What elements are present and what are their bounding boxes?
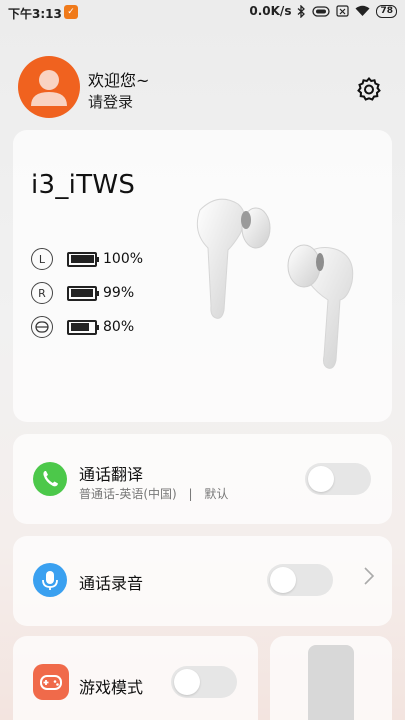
phone-icon xyxy=(33,462,67,496)
greeting-text: 欢迎您~ xyxy=(88,71,150,90)
bluetooth-icon xyxy=(297,4,306,18)
battery-row-left: L 100% xyxy=(31,247,143,271)
right-earbud-tag: R xyxy=(31,282,53,304)
battery-level xyxy=(70,289,94,297)
status-bar: 下午3:13 ✓ 0.0K/s 78 xyxy=(0,0,405,26)
game-mode-title: 游戏模式 xyxy=(79,678,144,697)
toggle-knob xyxy=(270,567,296,593)
battery-level xyxy=(70,323,89,331)
game-mode-toggle[interactable] xyxy=(171,666,237,698)
battery-row-right: R 99% xyxy=(31,281,134,305)
status-time: 下午3:13 xyxy=(8,7,62,21)
gear-icon xyxy=(357,76,381,101)
settings-button[interactable] xyxy=(356,76,382,102)
notification-app-icon: ✓ xyxy=(64,5,78,19)
no-sim-icon xyxy=(336,5,350,17)
user-icon xyxy=(31,70,67,106)
translate-mode: 默认 xyxy=(204,487,229,501)
battery-percent-case: 80% xyxy=(103,319,135,335)
earbuds-image xyxy=(196,198,354,369)
battery-percent-right: 99% xyxy=(103,285,135,301)
battery-icon xyxy=(67,251,99,267)
login-link[interactable]: 请登录 xyxy=(88,91,133,112)
subtitle-divider: | xyxy=(188,487,193,501)
call-record-title: 通话录音 xyxy=(79,574,144,593)
language-pair: 普通话-英语(中国) xyxy=(79,487,177,501)
avatar[interactable] xyxy=(18,56,80,118)
call-translate-language[interactable]: 普通话-英语(中国) | 默认 xyxy=(79,485,228,502)
left-earbud-tag: L xyxy=(31,248,53,270)
call-translate-card[interactable]: 通话翻译 普通话-英语(中国) | 默认 xyxy=(13,434,392,524)
battery-icon xyxy=(67,319,99,335)
game-mode-card[interactable]: 游戏模式 xyxy=(13,636,258,720)
case-icon xyxy=(31,316,53,338)
device-name: i3_iTWS xyxy=(31,170,136,200)
battery-row-case: 80% xyxy=(31,315,134,339)
call-record-card[interactable]: 通话录音 xyxy=(13,536,392,626)
device-card[interactable]: i3_iTWS L 100% R 99% 80% xyxy=(13,130,392,422)
side-control-card[interactable] xyxy=(270,636,392,720)
call-translate-title: 通话翻译 xyxy=(79,465,144,484)
battery-indicator: 78 xyxy=(376,4,397,18)
vibrate-icon xyxy=(312,5,331,17)
wifi-icon xyxy=(355,5,370,17)
status-right-group: 0.0K/s 78 xyxy=(249,4,397,18)
battery-icon xyxy=(67,285,99,301)
chevron-right-icon[interactable] xyxy=(363,566,375,591)
gamepad-icon xyxy=(33,664,69,700)
battery-percent-left: 100% xyxy=(103,251,144,267)
call-record-toggle[interactable] xyxy=(267,564,333,596)
network-speed: 0.0K/s xyxy=(249,4,292,18)
volume-slider[interactable] xyxy=(308,645,354,720)
toggle-knob xyxy=(308,466,334,492)
battery-level xyxy=(70,255,94,263)
toggle-knob xyxy=(174,669,200,695)
call-translate-toggle[interactable] xyxy=(305,463,371,495)
microphone-icon xyxy=(33,563,67,597)
